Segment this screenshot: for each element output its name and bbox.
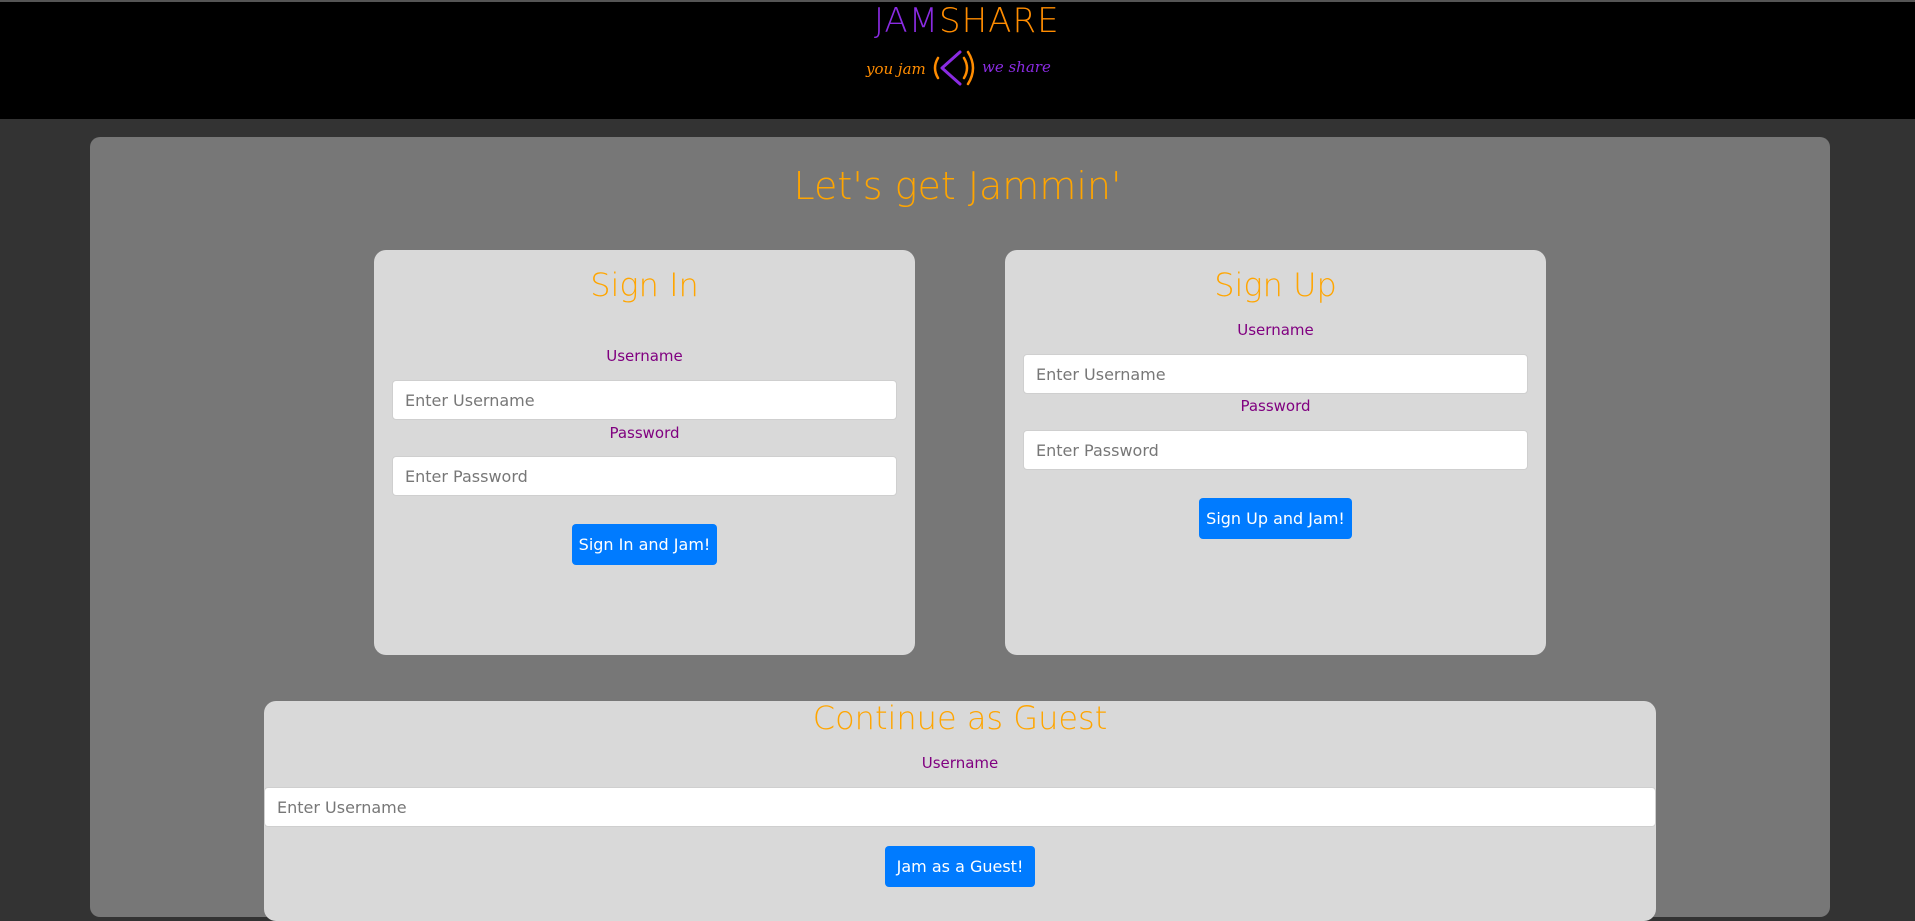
page-title: Let's get Jammin' [793, 164, 1122, 208]
signin-button[interactable]: Sign In and Jam! [572, 524, 717, 565]
signup-title: Sign Up [1214, 266, 1337, 304]
signup-username-label: Username [1237, 321, 1314, 339]
signup-password-label: Password [1240, 397, 1311, 415]
logo-share-text: SHARE [939, 1, 1060, 41]
guest-username-label: Username [921, 754, 999, 772]
tagline-right: we share [982, 58, 1051, 76]
signin-password-label: Password [609, 424, 680, 442]
guest-username-input[interactable] [264, 787, 1656, 827]
signin-title: Sign In [590, 266, 699, 304]
site-header: JAMSHARE you jam we share [0, 0, 1915, 119]
guest-card: Continue as Guest Username Jam as a Gues… [264, 699, 1656, 921]
logo-wordmark: JAMSHARE [874, 2, 1060, 40]
logo[interactable]: JAMSHARE you jam we share [860, 2, 1060, 97]
tagline-left: you jam [866, 60, 926, 78]
signup-password-input[interactable] [1023, 430, 1528, 470]
signin-username-input[interactable] [392, 380, 897, 420]
signup-username-input[interactable] [1023, 354, 1528, 394]
signin-username-label: Username [606, 347, 683, 365]
guest-title: Continue as Guest [812, 699, 1108, 737]
signup-button[interactable]: Sign Up and Jam! [1199, 498, 1352, 539]
guest-button[interactable]: Jam as a Guest! [885, 846, 1035, 887]
signin-card: Sign In Username Password Sign In and Ja… [374, 250, 915, 655]
signup-card: Sign Up Username Password Sign Up and Ja… [1005, 250, 1546, 655]
tagline: you jam we share [860, 46, 1060, 94]
signin-password-input[interactable] [392, 456, 897, 496]
logo-jam-text: JAM [874, 1, 940, 41]
megaphone-icon [933, 50, 975, 86]
